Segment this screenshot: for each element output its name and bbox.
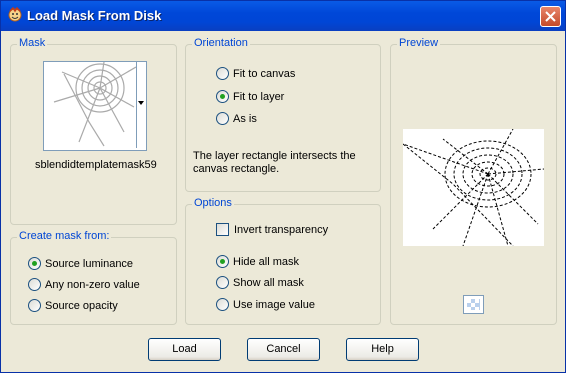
checkbox-label: Invert transparency [234,223,329,236]
radio-label: Fit to layer [233,90,285,103]
create-mask-label: Create mask from: [17,230,112,242]
preview-toggle-button[interactable] [463,295,484,314]
radio-hide-all-mask[interactable]: Hide all mask [216,255,299,268]
close-button[interactable] [540,6,561,27]
radio-show-all-mask[interactable]: Show all mask [216,276,304,289]
radio-label: As is [233,112,257,125]
radio-dot [216,255,229,268]
radio-label: Any non-zero value [45,278,140,291]
radio-dot [216,276,229,289]
radio-dot [28,257,41,270]
radio-use-image-value[interactable]: Use image value [216,298,315,311]
radio-dot [216,298,229,311]
checkbox-box [216,223,229,236]
radio-label: Use image value [233,298,315,311]
radio-fit-to-layer[interactable]: Fit to layer [216,90,284,103]
radio-any-nonzero[interactable]: Any non-zero value [28,278,140,291]
orientation-info-text: The layer rectangle intersects the canva… [193,150,356,175]
checker-icon [467,299,480,310]
options-label: Options [192,197,234,209]
cancel-button[interactable]: Cancel [247,338,320,361]
chevron-down-icon [138,101,144,105]
radio-dot [28,278,41,291]
close-icon [545,11,556,22]
radio-dot [28,299,41,312]
radio-source-luminance[interactable]: Source luminance [28,257,133,270]
radio-label: Source luminance [45,257,134,270]
radio-dot [216,67,229,80]
preview-label: Preview [397,37,441,49]
radio-fit-to-canvas[interactable]: Fit to canvas [216,67,295,80]
dialog-window: Load Mask From Disk Mask sblendidtemplat… [0,0,566,373]
mask-thumbnail[interactable] [43,61,147,151]
mask-name: sblendidtemplatemask59 [35,159,157,171]
radio-dot [216,112,229,125]
radio-as-is[interactable]: As is [216,112,257,125]
mask-group-label: Mask [17,37,48,49]
radio-label: Source opacity [45,299,118,312]
mask-dropdown-button[interactable] [136,62,146,148]
radio-label: Fit to canvas [233,67,296,80]
radio-dot [216,90,229,103]
radio-label: Hide all mask [233,255,300,268]
app-icon [8,7,22,22]
invert-transparency-checkbox[interactable]: Invert transparency [216,223,328,236]
spiderweb-preview-image [402,128,545,247]
window-title: Load Mask From Disk [27,8,162,23]
title-bar[interactable]: Load Mask From Disk [1,1,565,31]
radio-source-opacity[interactable]: Source opacity [28,299,118,312]
orientation-label: Orientation [192,37,250,49]
preview-image [402,128,545,247]
help-button[interactable]: Help [346,338,419,361]
load-button[interactable]: Load [148,338,221,361]
radio-label: Show all mask [233,276,304,289]
spiderweb-thumbnail-image [53,61,137,147]
